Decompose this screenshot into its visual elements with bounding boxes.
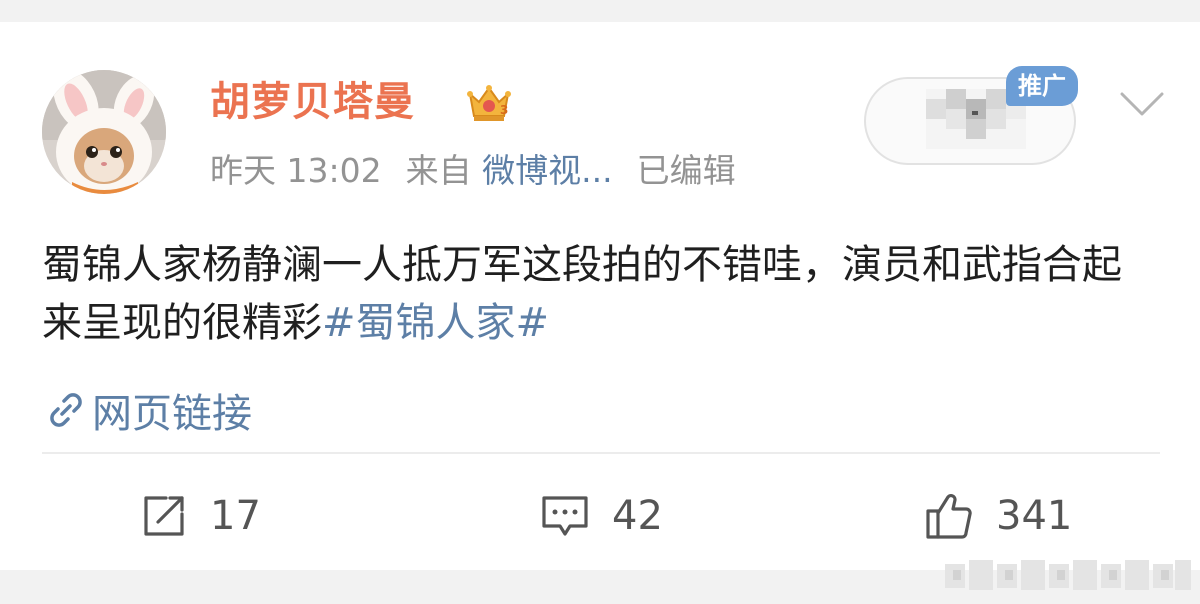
comment-button[interactable]: 42: [540, 488, 663, 544]
svg-text:3: 3: [500, 103, 508, 117]
divider: [42, 452, 1160, 454]
weibo-post-card: 胡萝贝塔曼 3 昨天 13:02 来自 微博视... 已编辑 推广 蜀锦人家杨静…: [0, 22, 1200, 570]
topic-link[interactable]: #蜀锦人家#: [322, 300, 549, 346]
like-count: 341: [996, 493, 1073, 539]
post-meta: 昨天 13:02 来自 微博视... 已编辑: [210, 150, 736, 192]
comment-count: 42: [612, 493, 663, 539]
chevron-down-icon[interactable]: [1118, 88, 1166, 120]
crown-vip-icon: 3: [467, 85, 511, 121]
post-text: 蜀锦人家杨静澜一人抵万军这段拍的不错哇，演员和武指合起来呈现的很精彩: [42, 242, 1122, 346]
post-body: 蜀锦人家杨静澜一人抵万军这段拍的不错哇，演员和武指合起来呈现的很精彩#蜀锦人家#: [42, 236, 1142, 352]
promo-badge: 推广: [1006, 66, 1078, 106]
repost-icon: [144, 496, 184, 536]
web-link-label: 网页链接: [92, 391, 252, 437]
pixelated-watermark: [945, 560, 1191, 590]
avatar-image: [42, 70, 166, 194]
avatar[interactable]: [42, 70, 166, 194]
post-source[interactable]: 微博视...: [482, 151, 612, 190]
author-name[interactable]: 胡萝贝塔曼: [210, 78, 415, 126]
edited-label: 已编辑: [636, 151, 736, 190]
like-button[interactable]: 341: [924, 488, 1072, 544]
post-time: 昨天 13:02: [210, 151, 382, 190]
source-prefix: 来自: [405, 151, 472, 190]
web-link[interactable]: 网页链接: [44, 382, 252, 438]
thumbs-up-icon: [926, 494, 972, 539]
link-icon: [50, 393, 82, 427]
comment-icon: [542, 496, 588, 536]
repost-button[interactable]: 17: [140, 488, 261, 544]
repost-count: 17: [210, 493, 261, 539]
